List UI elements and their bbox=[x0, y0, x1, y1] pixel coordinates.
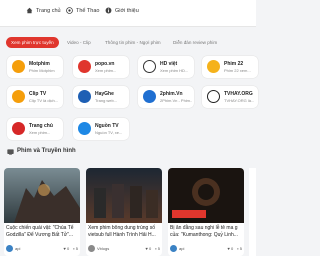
tab-movie-info[interactable]: Thông tin phim - Ngợi phim bbox=[100, 37, 166, 48]
popo-logo-icon bbox=[78, 60, 91, 73]
site-name: Clip TV bbox=[29, 91, 47, 97]
cliptv-logo-icon bbox=[12, 90, 25, 103]
channel-avatar bbox=[88, 245, 95, 252]
video-card[interactable]: Cuộc chiến quái vật: "Chúa Tể Godzilla" … bbox=[4, 168, 80, 256]
site-card-hayghe[interactable]: HayGhe Trang web... bbox=[73, 86, 129, 108]
site-card-popo[interactable]: popo.vn Xem phim... bbox=[73, 56, 129, 78]
site-description: Clip TV là dịch... bbox=[29, 98, 59, 103]
site-name: HD việt bbox=[160, 61, 178, 67]
site-description: TVHAY.ORG là... bbox=[224, 98, 255, 103]
video-thumbnail[interactable] bbox=[168, 168, 244, 223]
channel-avatar bbox=[6, 245, 13, 252]
site-name: Phim 22 bbox=[224, 61, 244, 67]
home-icon bbox=[26, 7, 33, 14]
like-count: ♥ 0 bbox=[63, 246, 70, 251]
category-tabs: Xem phim trực tuyến Video - Clip Thông t… bbox=[6, 37, 256, 49]
video-thumbnail[interactable] bbox=[86, 168, 162, 223]
nguontv-logo-icon bbox=[78, 122, 91, 135]
site-description: Nguồn TV, xe... bbox=[95, 130, 123, 135]
site-card-motphim[interactable]: Motphim Phim Motphim bbox=[7, 56, 63, 78]
nav-item-sports[interactable]: Thể Thao bbox=[66, 7, 99, 14]
like-count-value: 0 bbox=[149, 246, 152, 251]
site-name: Nguồn TV bbox=[95, 123, 119, 129]
tab-review-forum[interactable]: Diễn đàn review phim bbox=[168, 37, 222, 48]
comment-count: ▪ 5 bbox=[237, 246, 242, 251]
site-description: Xem phim... bbox=[29, 130, 51, 135]
nav-item-label: Trang chủ bbox=[36, 7, 61, 14]
site-description: Xem phim HD... bbox=[160, 68, 189, 73]
site-description: Phim Motphim bbox=[29, 68, 55, 73]
nav-item-label: Thể Thao bbox=[76, 7, 100, 14]
video-card[interactable]: Bị ăn đằng sau nghi lễ tẻ ma g của: "Kum… bbox=[168, 168, 244, 256]
video-title[interactable]: Bị ăn đằng sau nghi lễ tẻ ma g của: "Kum… bbox=[170, 225, 242, 238]
comment-count: ▪ 5 bbox=[155, 246, 160, 251]
video-meta: api ♥ 0 ▪ 5 bbox=[6, 244, 78, 253]
tab-watch-online[interactable]: Xem phim trực tuyến bbox=[6, 37, 59, 48]
site-name: 2phim.Vn bbox=[160, 91, 183, 97]
site-description: Phim 22 xem... bbox=[224, 68, 251, 73]
hdviet-logo-icon bbox=[143, 60, 156, 73]
site-card-tvhay[interactable]: TVHAY.ORG TVHAY.ORG là... bbox=[202, 86, 258, 108]
nav-item-label: Giới thiệu bbox=[115, 7, 139, 14]
tv-icon bbox=[7, 149, 14, 155]
next-video-card-partial[interactable] bbox=[249, 168, 256, 256]
channel-name[interactable]: api bbox=[179, 246, 184, 251]
info-icon bbox=[105, 7, 112, 14]
soccer-ball-icon bbox=[66, 7, 73, 14]
tvhay-logo-icon bbox=[207, 90, 220, 103]
video-meta: api ♥ 0 ▪ 5 bbox=[170, 244, 242, 253]
video-card[interactable]: Xem phim bông dung trùng số vietsub full… bbox=[86, 168, 162, 256]
trangchu-logo-icon bbox=[12, 122, 25, 135]
site-name: popo.vn bbox=[95, 61, 115, 67]
channel-avatar bbox=[170, 245, 177, 252]
like-count-value: 0 bbox=[67, 246, 70, 251]
site-description: Xem phim... bbox=[95, 68, 117, 73]
channel-name[interactable]: api bbox=[15, 246, 20, 251]
video-meta: Vblogs ♥ 0 ▪ 5 bbox=[88, 244, 160, 253]
video-thumbnail[interactable] bbox=[4, 168, 80, 223]
comment-count-value: 5 bbox=[75, 246, 78, 251]
like-count: ♥ 0 bbox=[227, 246, 234, 251]
site-card-nguontv[interactable]: Nguồn TV Nguồn TV, xe... bbox=[73, 118, 129, 140]
video-title[interactable]: Xem phim bông dung trùng số vietsub full… bbox=[88, 225, 160, 238]
site-card-hdviet[interactable]: HD việt Xem phim HD... bbox=[138, 56, 194, 78]
site-card-cliptv[interactable]: Clip TV Clip TV là dịch... bbox=[7, 86, 63, 108]
like-count: ♥ 0 bbox=[145, 246, 152, 251]
site-description: 2Phim.Vn - Phim... bbox=[160, 98, 192, 103]
video-title[interactable]: Cuộc chiến quái vật: "Chúa Tể Godzilla" … bbox=[6, 225, 78, 238]
site-name: HayGhe bbox=[95, 91, 114, 97]
comment-count-value: 5 bbox=[239, 246, 242, 251]
top-navigation-bar: Trang chủ Thể Thao Giới thiệu bbox=[0, 0, 256, 27]
site-name: Trang chủ bbox=[29, 123, 53, 129]
site-name: TVHAY.ORG bbox=[224, 91, 253, 97]
comment-count-value: 5 bbox=[157, 246, 160, 251]
comment-count: ▪ 5 bbox=[73, 246, 78, 251]
site-card-trangchu[interactable]: Trang chủ Xem phim... bbox=[7, 118, 63, 140]
channel-name[interactable]: Vblogs bbox=[97, 246, 109, 251]
site-name: Motphim bbox=[29, 61, 50, 67]
site-card-2phim[interactable]: 2phim.Vn 2Phim.Vn - Phim... bbox=[138, 86, 194, 108]
site-card-phim22[interactable]: Phim 22 Phim 22 xem... bbox=[202, 56, 258, 78]
2phim-logo-icon bbox=[143, 90, 156, 103]
section-title: Phim và Truyền hình bbox=[17, 148, 76, 154]
nav-item-home[interactable]: Trang chủ bbox=[26, 7, 61, 14]
tab-video-clip[interactable]: Video - Clip bbox=[62, 37, 96, 48]
phim22-logo-icon bbox=[207, 60, 220, 73]
site-description: Trang web... bbox=[95, 98, 118, 103]
hayghe-logo-icon bbox=[78, 90, 91, 103]
motphim-logo-icon bbox=[12, 60, 25, 73]
like-count-value: 0 bbox=[231, 246, 234, 251]
nav-item-about[interactable]: Giới thiệu bbox=[105, 7, 139, 14]
